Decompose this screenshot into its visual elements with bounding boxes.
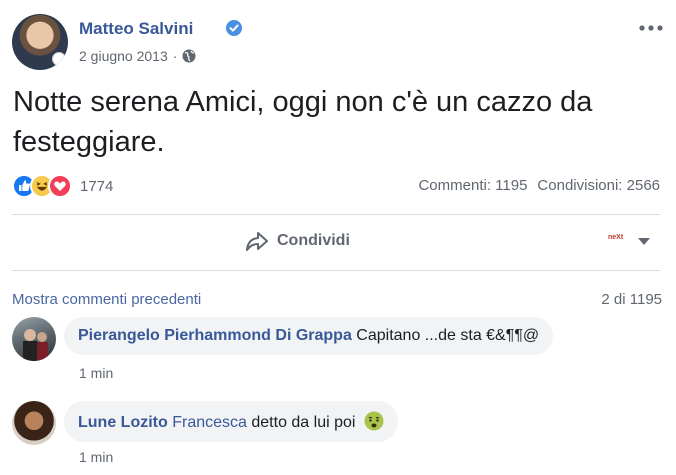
share-button[interactable]: Condividi	[245, 230, 350, 252]
shares-count-link[interactable]: Condivisioni: 2566	[537, 177, 660, 194]
verified-icon	[226, 20, 242, 36]
comment-text: Capitano ...de sta €&¶¶@	[356, 327, 540, 344]
more-options-icon[interactable]	[638, 24, 664, 32]
divider-top	[12, 214, 660, 215]
comments-section: Mostra commenti precedenti 2 di 1195 Pie…	[0, 271, 676, 475]
comment-bubble: Lune Lozito Francesca detto da lui poi	[64, 401, 398, 442]
globe-icon[interactable]	[182, 49, 196, 63]
comments-page-count: 2 di 1195	[601, 291, 662, 308]
post-date[interactable]: 2 giugno 2013	[79, 48, 168, 64]
comment-time[interactable]: 1 min	[79, 449, 113, 465]
post-meta: 2 giugno 2013 ·	[79, 48, 196, 64]
comment-time[interactable]: 1 min	[79, 365, 113, 381]
sick-emoji-icon	[364, 411, 384, 431]
commenter-name[interactable]: Lune Lozito	[78, 414, 168, 431]
comment-bubble: Pierangelo Pierhammond Di Grappa Capitan…	[64, 317, 554, 355]
mention-link[interactable]: Francesca	[172, 414, 247, 431]
audience-selector[interactable]: neXt	[608, 234, 650, 250]
commenter-avatar[interactable]	[12, 401, 56, 445]
avatar-badge	[52, 52, 66, 66]
post-header: Matteo Salvini 2 giugno 2013 ·	[12, 14, 664, 72]
love-reaction-icon	[48, 174, 72, 198]
action-bar: Condividi neXt	[0, 216, 676, 270]
author-avatar[interactable]	[12, 14, 68, 70]
reactions-summary[interactable]: 1774	[12, 174, 113, 198]
commenter-avatar[interactable]	[12, 317, 56, 361]
meta-separator: ·	[172, 48, 178, 64]
commenter-name[interactable]: Pierangelo Pierhammond Di Grappa	[78, 327, 352, 344]
post-stats: Commenti: 1195 Condivisioni: 2566	[418, 177, 660, 194]
comments-count-link[interactable]: Commenti: 1195	[418, 177, 527, 194]
comment-text: detto da lui poi	[251, 414, 356, 431]
commenter-photo	[23, 329, 48, 361]
share-button-label: Condividi	[277, 232, 350, 249]
caret-down-icon	[638, 238, 650, 245]
page-badge: neXt	[608, 234, 624, 241]
show-previous-comments-link[interactable]: Mostra commenti precedenti	[12, 291, 201, 308]
reaction-count: 1774	[80, 177, 114, 195]
share-icon	[246, 232, 268, 251]
author-name[interactable]: Matteo Salvini	[79, 19, 193, 39]
post-text: Notte serena Amici, oggi non c'è un cazz…	[13, 86, 593, 158]
